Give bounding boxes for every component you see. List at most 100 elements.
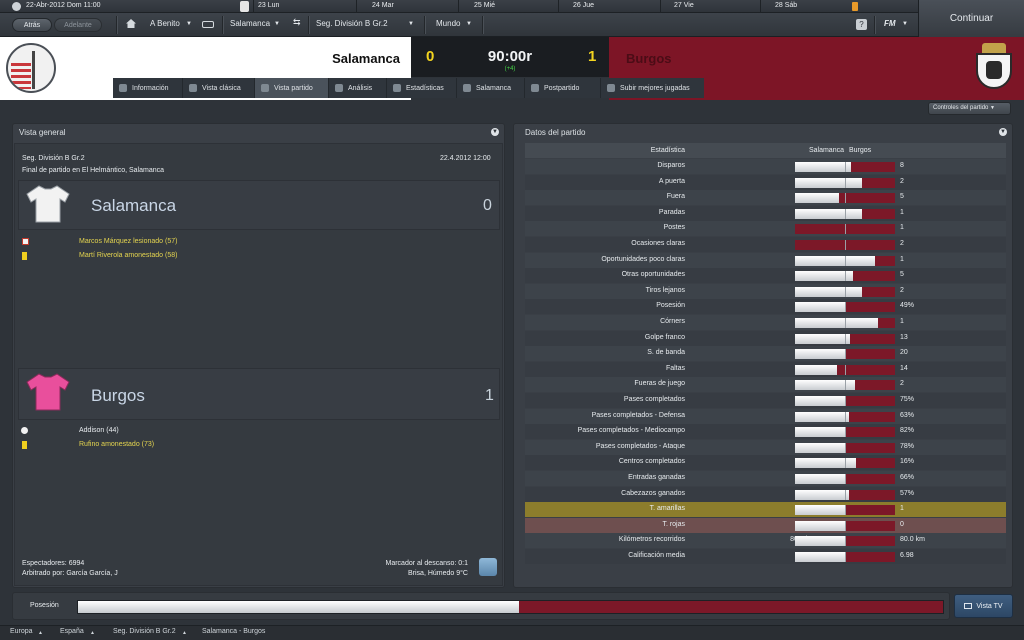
stat-bar-home-fill	[795, 364, 837, 375]
overview-title: Vista general	[19, 128, 66, 137]
stat-bar	[795, 208, 895, 219]
stat-bar	[795, 193, 895, 204]
stat-row: Posesión51%49%	[525, 299, 1006, 315]
stat-label: Córners	[660, 318, 685, 325]
stat-bar	[795, 380, 895, 391]
chevron-down-icon[interactable]: ▼	[186, 21, 192, 27]
stat-bar	[795, 552, 895, 562]
stat-away-value: 8	[900, 162, 904, 169]
fm-menu[interactable]: FM	[884, 19, 896, 28]
stat-row: Golpe franco1613	[525, 330, 1006, 346]
swap-icon[interactable]: ⇆	[293, 17, 301, 28]
stat-away-value: 2	[900, 240, 904, 247]
analysis-icon	[335, 84, 343, 92]
breadcrumb-item[interactable]: Salamanca - Burgos	[202, 628, 265, 635]
manager-menu[interactable]: A Benito	[150, 19, 180, 28]
away-team-label[interactable]: Burgos	[91, 386, 145, 406]
match-event[interactable]: Martí Riverola amonestado (58)	[79, 252, 177, 259]
stat-bar	[795, 271, 895, 282]
tv-view-button[interactable]: Vista TV	[954, 594, 1013, 618]
chevron-down-icon[interactable]: ▼	[466, 21, 472, 27]
upload-icon	[607, 84, 615, 92]
stat-bar-home-fill	[795, 427, 845, 438]
away-score: 1	[588, 48, 597, 65]
stat-away-value: 2	[900, 286, 904, 294]
chevron-down-icon[interactable]: ▼	[902, 21, 908, 27]
match-event[interactable]: Marcos Márquez lesionado (57)	[79, 238, 177, 245]
breadcrumb-item[interactable]: Seg. División B Gr.2	[113, 628, 176, 635]
stat-label: T. rojas	[662, 520, 685, 528]
stat-label: Calificación media	[628, 552, 685, 559]
stat-bar	[795, 318, 895, 328]
chevron-up-icon[interactable]: ▲	[90, 630, 95, 636]
stat-label: T. amarillas	[649, 505, 685, 513]
stat-bar	[795, 224, 895, 235]
stat-bar	[795, 474, 895, 484]
home-team-label[interactable]: Salamanca	[91, 196, 176, 216]
yellow-card-icon	[22, 252, 27, 260]
tab-subir-jugadas[interactable]: Subir mejores jugadas	[601, 78, 704, 98]
stat-bar	[795, 177, 895, 188]
calendar-day[interactable]: 24 Mar	[372, 2, 394, 9]
overview-menu-icon[interactable]: ▼	[491, 128, 499, 136]
stat-row: Centros completados25%16%	[525, 455, 1006, 471]
stat-label: Centros completados	[618, 458, 685, 466]
back-button[interactable]: Atrás	[12, 18, 52, 32]
tab-salamanca[interactable]: Salamanca	[457, 78, 525, 98]
stat-label: Faltas	[665, 364, 685, 372]
stat-bar-home-fill	[795, 349, 845, 360]
stat-away-value: 1	[900, 255, 904, 263]
away-team-score: 1	[485, 387, 494, 404]
stat-label: Oportunidades poco claras	[601, 255, 685, 263]
home-icon[interactable]	[126, 19, 136, 28]
ball-icon	[21, 427, 28, 434]
stat-row: Pases completados - Ataque80%78%	[525, 439, 1006, 455]
calendar-day[interactable]: 23 Lun	[258, 2, 279, 9]
world-menu[interactable]: Mundo	[436, 19, 460, 28]
breadcrumb-item[interactable]: Europa	[10, 628, 33, 635]
match-event[interactable]: Rufino amonestado (73)	[79, 441, 154, 448]
home-team-score: 0	[483, 197, 492, 214]
stat-label: Paradas	[658, 208, 685, 216]
continue-button[interactable]: Continuar	[918, 0, 1024, 37]
calendar-day[interactable]: 25 Mié	[474, 2, 495, 9]
help-button[interactable]: ?	[856, 19, 867, 30]
inbox-icon[interactable]	[202, 21, 214, 28]
tab-estadisticas[interactable]: Estadísticas	[387, 78, 457, 98]
chevron-down-icon[interactable]: ▼	[274, 21, 280, 27]
stat-bar-home-fill	[795, 333, 850, 344]
tactics-icon	[463, 84, 471, 92]
stat-bar	[795, 162, 895, 172]
match-event[interactable]: Addison (44)	[79, 427, 119, 434]
calendar-day[interactable]: 26 Jue	[573, 2, 594, 9]
stat-label: Entradas ganadas	[628, 474, 685, 481]
calendar-day[interactable]: 27 Vie	[674, 2, 694, 9]
chevron-down-icon[interactable]: ▼	[408, 21, 414, 27]
calendar-day[interactable]: 28 Sáb	[775, 2, 797, 9]
tab-informacion[interactable]: Información	[113, 78, 183, 98]
stat-row: Fuera45	[525, 190, 1006, 206]
tab-analisis[interactable]: Análisis	[329, 78, 387, 98]
stat-bar	[795, 458, 895, 469]
chevron-up-icon[interactable]: ▲	[182, 630, 187, 636]
competition-menu[interactable]: Seg. División B Gr.2	[316, 19, 388, 28]
tab-postpartido[interactable]: Postpartido	[525, 78, 601, 98]
breadcrumb-item[interactable]: España	[60, 628, 84, 635]
stat-row: T. rojas00	[525, 517, 1006, 533]
possession-label: Posesión	[30, 602, 59, 609]
stat-away-value: 20	[900, 349, 908, 357]
tv-icon	[964, 603, 973, 609]
tab-vista-partido[interactable]: Vista partido	[255, 78, 329, 98]
chevron-up-icon[interactable]: ▲	[38, 630, 43, 636]
forward-button[interactable]: Adelante	[54, 18, 102, 32]
possession-bar	[77, 600, 944, 614]
stat-bar-home-fill	[795, 286, 862, 297]
referee: Arbitrado por: García García, J	[22, 570, 118, 577]
match-controls-dropdown[interactable]: Controles del partido ▼	[928, 102, 1011, 115]
current-date: 22-Abr-2012 Dom 11:00	[26, 2, 101, 9]
club-menu[interactable]: Salamanca	[230, 19, 270, 28]
stat-row: Otras oportunidades75	[525, 268, 1006, 284]
tab-vista-clasica[interactable]: Vista clásica	[183, 78, 255, 98]
stat-away-value: 14	[900, 364, 908, 372]
stats-menu-icon[interactable]: ▼	[999, 128, 1007, 136]
